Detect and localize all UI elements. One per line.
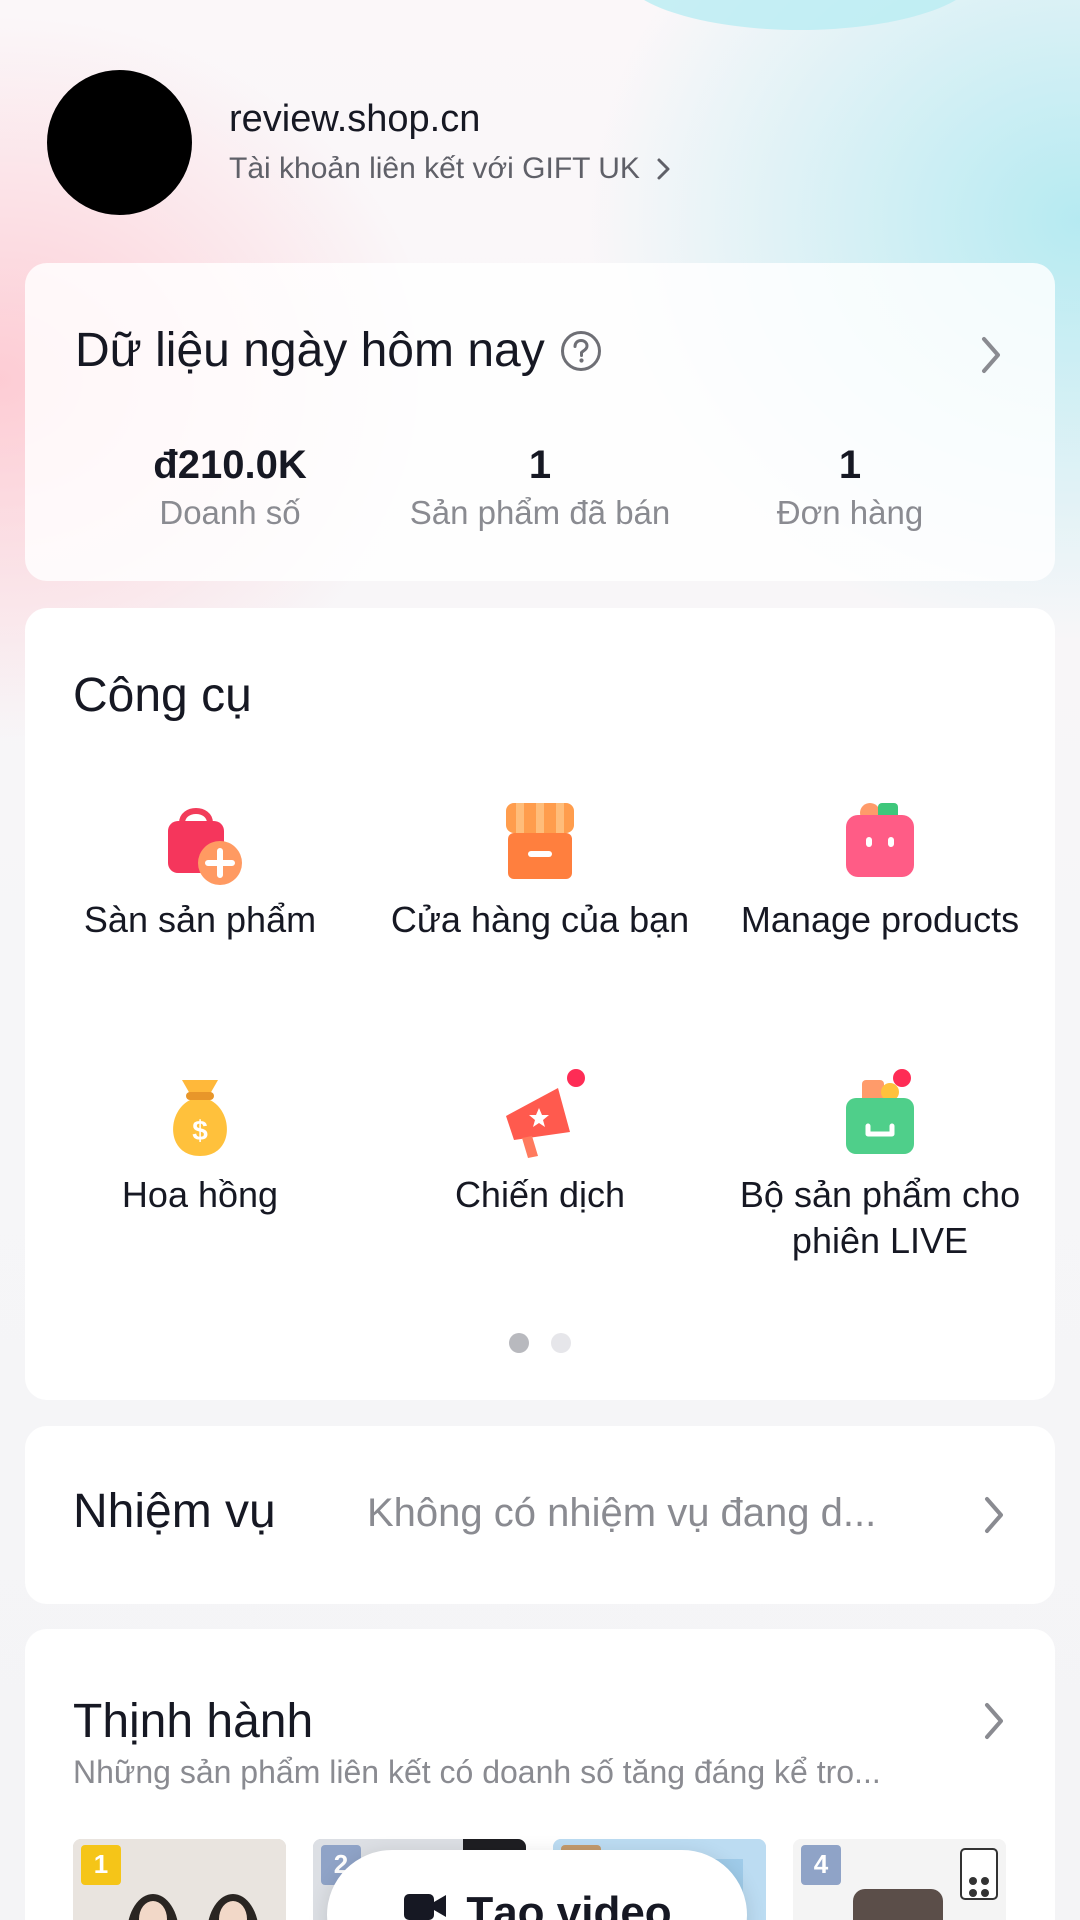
tool-label: Bộ sản phẩm cho phiên LIVE bbox=[739, 1174, 1021, 1261]
trending-product-thumbnail[interactable]: 1 bbox=[73, 1839, 286, 1920]
trending-title: Thịnh hành bbox=[73, 1695, 314, 1748]
tool-commission[interactable]: $ Hoa hồng bbox=[40, 1068, 360, 1218]
stat-label: Sản phẩm đã bán bbox=[409, 494, 671, 531]
tool-campaign[interactable]: Chiến dịch bbox=[380, 1068, 700, 1218]
stat-label: Doanh số bbox=[159, 494, 301, 531]
tool-label: Cửa hàng của bạn bbox=[390, 899, 690, 940]
tasks-card[interactable]: Nhiệm vụ Không có nhiệm vụ đang d... bbox=[25, 1426, 1055, 1604]
tool-label: Hoa hồng bbox=[121, 1174, 279, 1215]
tool-your-store[interactable]: Cửa hàng của bạn bbox=[380, 793, 700, 943]
megaphone-icon bbox=[506, 1069, 585, 1158]
avatar[interactable] bbox=[47, 70, 192, 215]
page-dot bbox=[551, 1333, 571, 1353]
product-marketplace-icon bbox=[168, 808, 242, 885]
today-data-title: Dữ liệu ngày hôm nay bbox=[75, 324, 545, 377]
page-indicator bbox=[25, 1333, 1055, 1353]
manage-products-icon bbox=[846, 803, 914, 877]
create-video-button[interactable]: Tạo video bbox=[327, 1850, 747, 1920]
stat-value: 1 bbox=[528, 443, 552, 487]
svg-text:$: $ bbox=[192, 1115, 208, 1146]
linked-account-label: Tài khoản liên kết với GIFT UK bbox=[229, 152, 640, 185]
tools-card: Công cụ Sàn sản phẩm Cửa hàng của bạn Ma… bbox=[25, 608, 1055, 1400]
username: review.shop.cn bbox=[229, 98, 481, 140]
stat-value: đ210.0K bbox=[153, 443, 307, 487]
tool-manage-products[interactable]: Manage products bbox=[720, 793, 1040, 943]
stat-products-sold: 1 Sản phẩm đã bán bbox=[390, 443, 690, 532]
chevron-right-icon[interactable] bbox=[980, 1493, 1008, 1537]
today-data-card[interactable]: Dữ liệu ngày hôm nay đ210.0K Doanh số 1 … bbox=[25, 263, 1055, 581]
storefront-icon bbox=[506, 803, 574, 879]
page-dot-active bbox=[509, 1333, 529, 1353]
linked-account-link[interactable]: Tài khoản liên kết với GIFT UK bbox=[229, 152, 674, 186]
tool-label: Sàn sản phẩm bbox=[83, 899, 317, 940]
money-bag-icon: $ bbox=[173, 1080, 227, 1156]
tasks-title: Nhiệm vụ bbox=[73, 1485, 276, 1538]
tools-title: Công cụ bbox=[73, 669, 252, 722]
help-icon[interactable] bbox=[559, 329, 603, 373]
stat-orders: 1 Đơn hàng bbox=[700, 443, 1000, 532]
stat-value: 1 bbox=[838, 443, 862, 487]
tool-live-product-set[interactable]: Bộ sản phẩm cho phiên LIVE bbox=[720, 1068, 1040, 1264]
tool-label: Manage products bbox=[740, 899, 1020, 940]
trending-product-thumbnail[interactable]: 4 bbox=[793, 1839, 1006, 1920]
stat-revenue: đ210.0K Doanh số bbox=[80, 443, 380, 532]
tool-label: Chiến dịch bbox=[454, 1174, 626, 1215]
today-data-heading: Dữ liệu ngày hôm nay bbox=[75, 323, 603, 378]
video-camera-icon bbox=[404, 1894, 447, 1920]
rank-badge: 1 bbox=[81, 1845, 121, 1885]
rank-badge: 4 bbox=[801, 1845, 841, 1885]
chevron-right-icon bbox=[657, 158, 670, 180]
tasks-status: Không có nhiệm vụ đang d... bbox=[367, 1491, 877, 1535]
chevron-right-icon[interactable] bbox=[980, 1699, 1008, 1743]
live-product-set-icon bbox=[846, 1069, 914, 1154]
profile-header[interactable]: review.shop.cn Tài khoản liên kết với GI… bbox=[47, 70, 1047, 215]
trending-subtitle: Những sản phẩm liên kết có doanh số tăng… bbox=[73, 1754, 881, 1790]
chevron-right-icon[interactable] bbox=[977, 333, 1005, 377]
tool-product-marketplace[interactable]: Sàn sản phẩm bbox=[40, 793, 360, 943]
stat-label: Đơn hàng bbox=[776, 494, 924, 531]
create-video-label: Tạo video bbox=[466, 1888, 672, 1920]
